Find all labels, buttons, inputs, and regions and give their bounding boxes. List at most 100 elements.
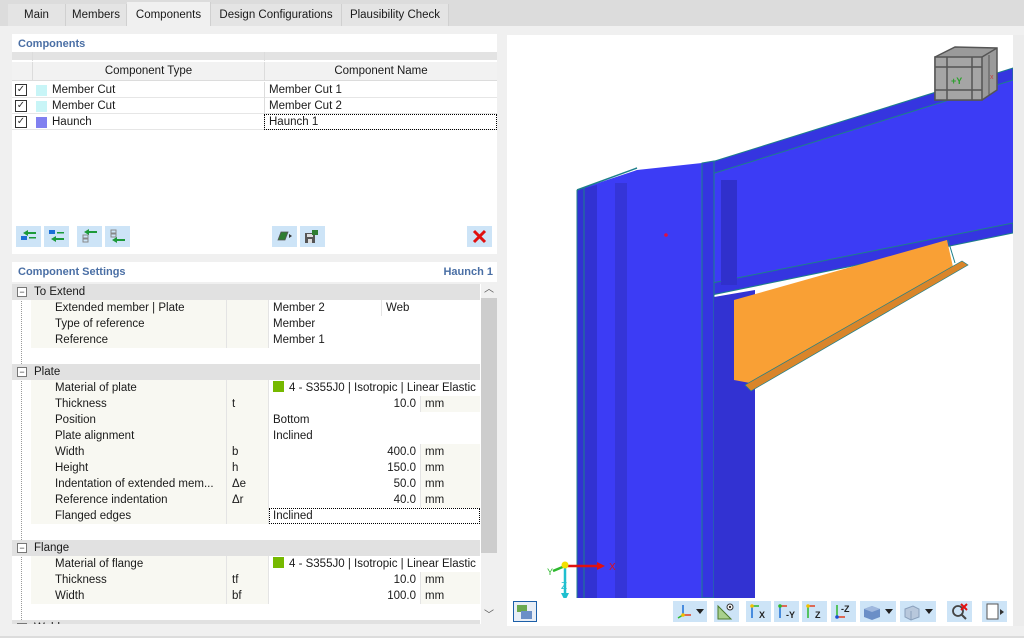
property-value-2[interactable]: Web [381, 300, 480, 316]
axis-display-button[interactable] [673, 601, 707, 622]
component-name[interactable]: Haunch 1 [264, 114, 497, 130]
panel-toggle-button[interactable] [982, 601, 1007, 622]
property-value[interactable]: Inclined [269, 508, 480, 524]
property-symbol: Δe [226, 476, 269, 492]
node-marker [664, 233, 668, 237]
row-checkbox[interactable]: ✓ [15, 84, 27, 96]
property-value[interactable]: 150.0 [269, 460, 420, 476]
property-value[interactable]: Inclined [269, 428, 480, 444]
transparency-icon [902, 603, 922, 621]
property-value[interactable]: 10.0 [269, 572, 420, 588]
scrollbar-thumb[interactable] [481, 298, 497, 553]
group-welds[interactable]: − Welds [12, 620, 480, 624]
property-row[interactable]: Plate alignment Inclined [31, 428, 480, 444]
collapse-icon[interactable]: − [17, 287, 27, 297]
group-to-extend[interactable]: − To Extend [12, 284, 480, 300]
spacer [31, 524, 480, 540]
property-value[interactable]: 400.0 [269, 444, 420, 460]
property-value[interactable]: 4 - S355J0 | Isotropic | Linear Elastic [269, 556, 480, 572]
property-unit: mm [420, 588, 480, 604]
property-name: Type of reference [31, 316, 226, 332]
tab-main[interactable]: Main [8, 4, 66, 26]
table-row[interactable]: ✓ Member Cut Member Cut 2 [12, 98, 497, 114]
component-name[interactable]: Member Cut 2 [264, 98, 497, 114]
property-row[interactable]: Type of reference Member [31, 316, 480, 332]
row-checkbox[interactable]: ✓ [15, 116, 27, 128]
property-row[interactable]: Reference indentation Δr 40.0 mm [31, 492, 480, 508]
view-settings-icon [515, 603, 535, 621]
property-row[interactable]: Material of plate 4 - S355J0 | Isotropic… [31, 380, 480, 396]
insert-before-button[interactable] [16, 226, 41, 247]
settings-panel-title: Component Settings Haunch 1 [12, 262, 497, 282]
view-neg-z-button[interactable]: -Z [831, 601, 856, 622]
scroll-up-icon[interactable]: ︿ [481, 282, 497, 298]
components-title: Components [18, 38, 85, 50]
load-from-library-button[interactable] [272, 226, 297, 247]
measure-view-icon [716, 602, 736, 620]
property-row[interactable]: Thickness tf 10.0 mm [31, 572, 480, 588]
navigation-cube[interactable]: +Y x [935, 47, 997, 100]
delete-component-button[interactable] [467, 226, 492, 247]
property-row[interactable]: Indentation of extended mem... Δe 50.0 m… [31, 476, 480, 492]
view-settings-button[interactable] [513, 601, 537, 622]
property-name: Width [31, 588, 226, 604]
property-value[interactable]: Member 1 [269, 332, 480, 348]
save-to-library-button[interactable] [300, 226, 325, 247]
reset-view-button[interactable] [947, 601, 972, 622]
divider [32, 52, 33, 61]
group-flange[interactable]: − Flange [12, 540, 480, 556]
tab-members[interactable]: Members [66, 4, 127, 26]
property-symbol [226, 412, 269, 428]
header-component-name[interactable]: Component Name [264, 62, 497, 81]
view-neg-y-button[interactable]: -Y [774, 601, 799, 622]
insert-after-button[interactable] [44, 226, 69, 247]
view-x-label: X [759, 610, 765, 620]
property-row[interactable]: Flanged edges Inclined [31, 508, 480, 524]
render-mode-button[interactable] [860, 601, 896, 622]
component-name[interactable]: Member Cut 1 [264, 82, 497, 98]
move-down-button[interactable] [105, 226, 130, 247]
group-plate[interactable]: − Plate [12, 364, 480, 380]
property-row[interactable]: Position Bottom [31, 412, 480, 428]
axis-display-icon [675, 603, 695, 621]
view-z-button[interactable]: Z [802, 601, 827, 622]
measure-view-button[interactable] [714, 601, 739, 622]
property-value[interactable]: 4 - S355J0 | Isotropic | Linear Elastic [269, 380, 480, 396]
header-component-type[interactable]: Component Type [32, 62, 264, 81]
tab-plausibility-check[interactable]: Plausibility Check [342, 4, 449, 26]
insert-after-icon [48, 229, 65, 243]
3d-viewport[interactable]: +Y x X Y [507, 35, 1013, 598]
property-row[interactable]: Thickness t 10.0 mm [31, 396, 480, 412]
property-value[interactable]: 50.0 [269, 476, 420, 492]
property-value[interactable]: 10.0 [269, 396, 420, 412]
collapse-icon[interactable]: − [17, 623, 27, 624]
view-z-icon: Z [803, 602, 825, 620]
scroll-down-icon[interactable]: ﹀ [481, 608, 497, 624]
tab-components[interactable]: Components [127, 2, 211, 26]
view-x-button[interactable]: X [746, 601, 771, 622]
table-row[interactable]: ✓ Haunch Haunch 1 [12, 114, 497, 130]
property-row[interactable]: Width b 400.0 mm [31, 444, 480, 460]
reset-view-icon [950, 602, 970, 620]
settings-title: Component Settings [18, 266, 126, 278]
property-symbol: tf [226, 572, 269, 588]
property-value[interactable]: Bottom [269, 412, 480, 428]
table-row[interactable]: ✓ Member Cut Member Cut 1 [12, 82, 497, 98]
collapse-icon[interactable]: − [17, 367, 27, 377]
move-up-icon [81, 229, 98, 244]
property-row[interactable]: Extended member | Plate Member 2 Web [31, 300, 480, 316]
settings-scrollbar[interactable]: ︿ ﹀ [481, 282, 497, 624]
property-value[interactable]: 40.0 [269, 492, 420, 508]
property-row[interactable]: Material of flange 4 - S355J0 | Isotropi… [31, 556, 480, 572]
property-value[interactable]: Member [269, 316, 480, 332]
transparency-button[interactable] [900, 601, 936, 622]
property-row[interactable]: Reference Member 1 [31, 332, 480, 348]
property-row[interactable]: Width bf 100.0 mm [31, 588, 480, 604]
component-color-swatch [36, 101, 47, 112]
property-value[interactable]: 100.0 [269, 588, 420, 604]
move-up-button[interactable] [77, 226, 102, 247]
tab-design-configurations[interactable]: Design Configurations [211, 4, 342, 26]
collapse-icon[interactable]: − [17, 543, 27, 553]
row-checkbox[interactable]: ✓ [15, 100, 27, 112]
property-row[interactable]: Height h 150.0 mm [31, 460, 480, 476]
